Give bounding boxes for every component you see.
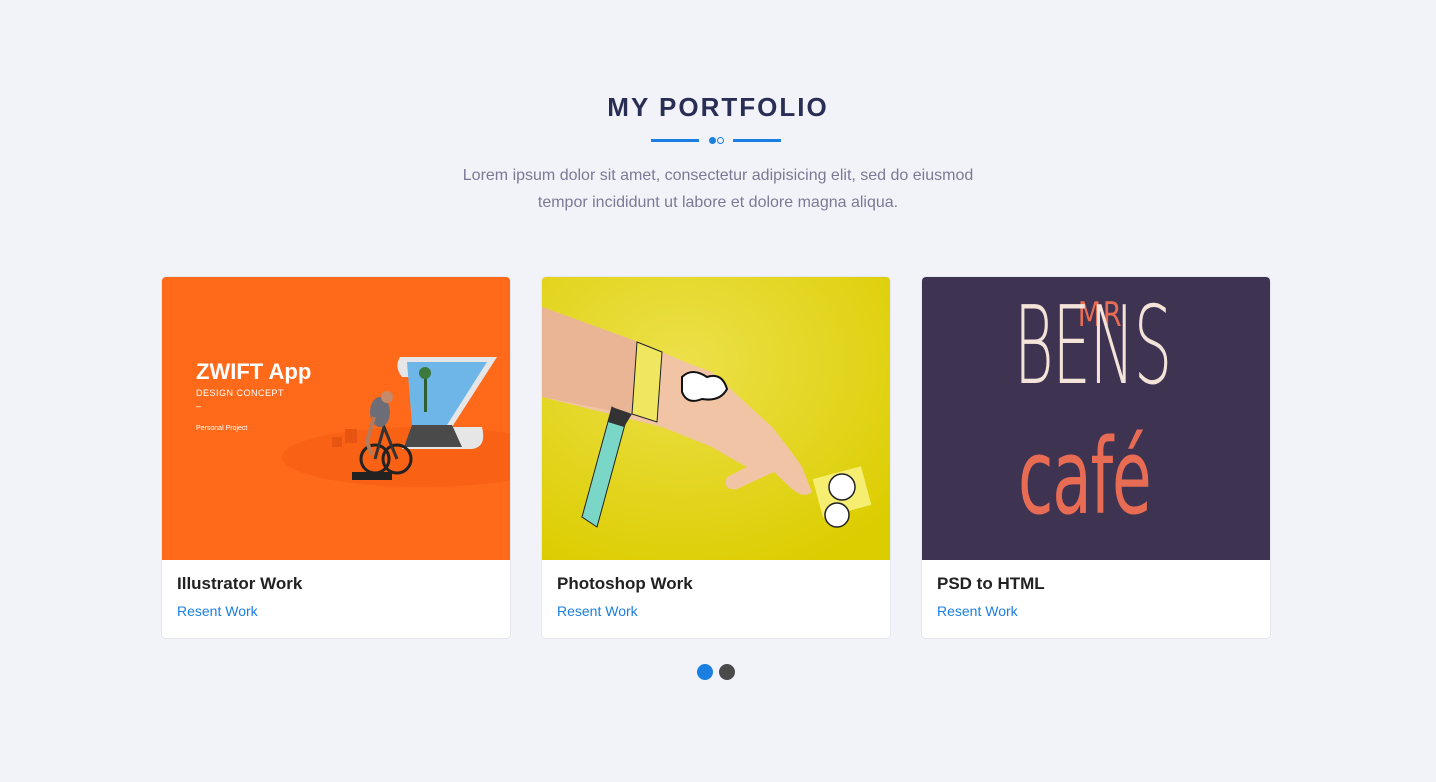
card-link[interactable]: Resent Work bbox=[177, 603, 258, 619]
portfolio-card-photoshop[interactable]: Photoshop Work Resent Work bbox=[542, 277, 890, 638]
portfolio-image-zwift[interactable]: ZWIFT App DESIGN CONCEPT – Personal Proj… bbox=[162, 277, 510, 560]
portfolio-card-psd[interactable]: MR BENS café PSD to HTML Resent Work bbox=[922, 277, 1270, 638]
card-link[interactable]: Resent Work bbox=[557, 603, 638, 619]
divider-dot-outline bbox=[717, 137, 724, 144]
card-link[interactable]: Resent Work bbox=[937, 603, 1018, 619]
portfolio-image-cafe[interactable]: MR BENS café bbox=[922, 277, 1270, 560]
card-title: Illustrator Work bbox=[177, 574, 303, 593]
pagination-dot-active[interactable] bbox=[697, 664, 713, 680]
cafe-bens-text: BENS bbox=[1014, 284, 1172, 409]
section-title: MY PORTFOLIO bbox=[607, 92, 829, 122]
card-title: PSD to HTML bbox=[937, 574, 1045, 593]
title-divider bbox=[651, 136, 781, 146]
cafe-cafe-text: café bbox=[1018, 416, 1152, 538]
card-title: Photoshop Work bbox=[557, 574, 693, 593]
zwift-note: Personal Project bbox=[196, 425, 248, 432]
portfolio-card-illustrator[interactable]: ZWIFT App DESIGN CONCEPT – Personal Proj… bbox=[162, 277, 510, 638]
divider-dot-filled bbox=[709, 137, 716, 144]
section-subtitle: Lorem ipsum dolor sit amet, consectetur … bbox=[462, 167, 974, 211]
portfolio-image-wristband[interactable] bbox=[542, 277, 890, 560]
divider-line-right bbox=[733, 139, 781, 142]
pagination-dot[interactable] bbox=[719, 664, 735, 680]
zwift-caption: DESIGN CONCEPT bbox=[196, 388, 285, 398]
divider-line-left bbox=[651, 139, 699, 142]
zwift-dash: – bbox=[196, 401, 202, 411]
zwift-headline: ZWIFT App bbox=[196, 359, 312, 384]
carousel-pagination bbox=[697, 664, 737, 680]
